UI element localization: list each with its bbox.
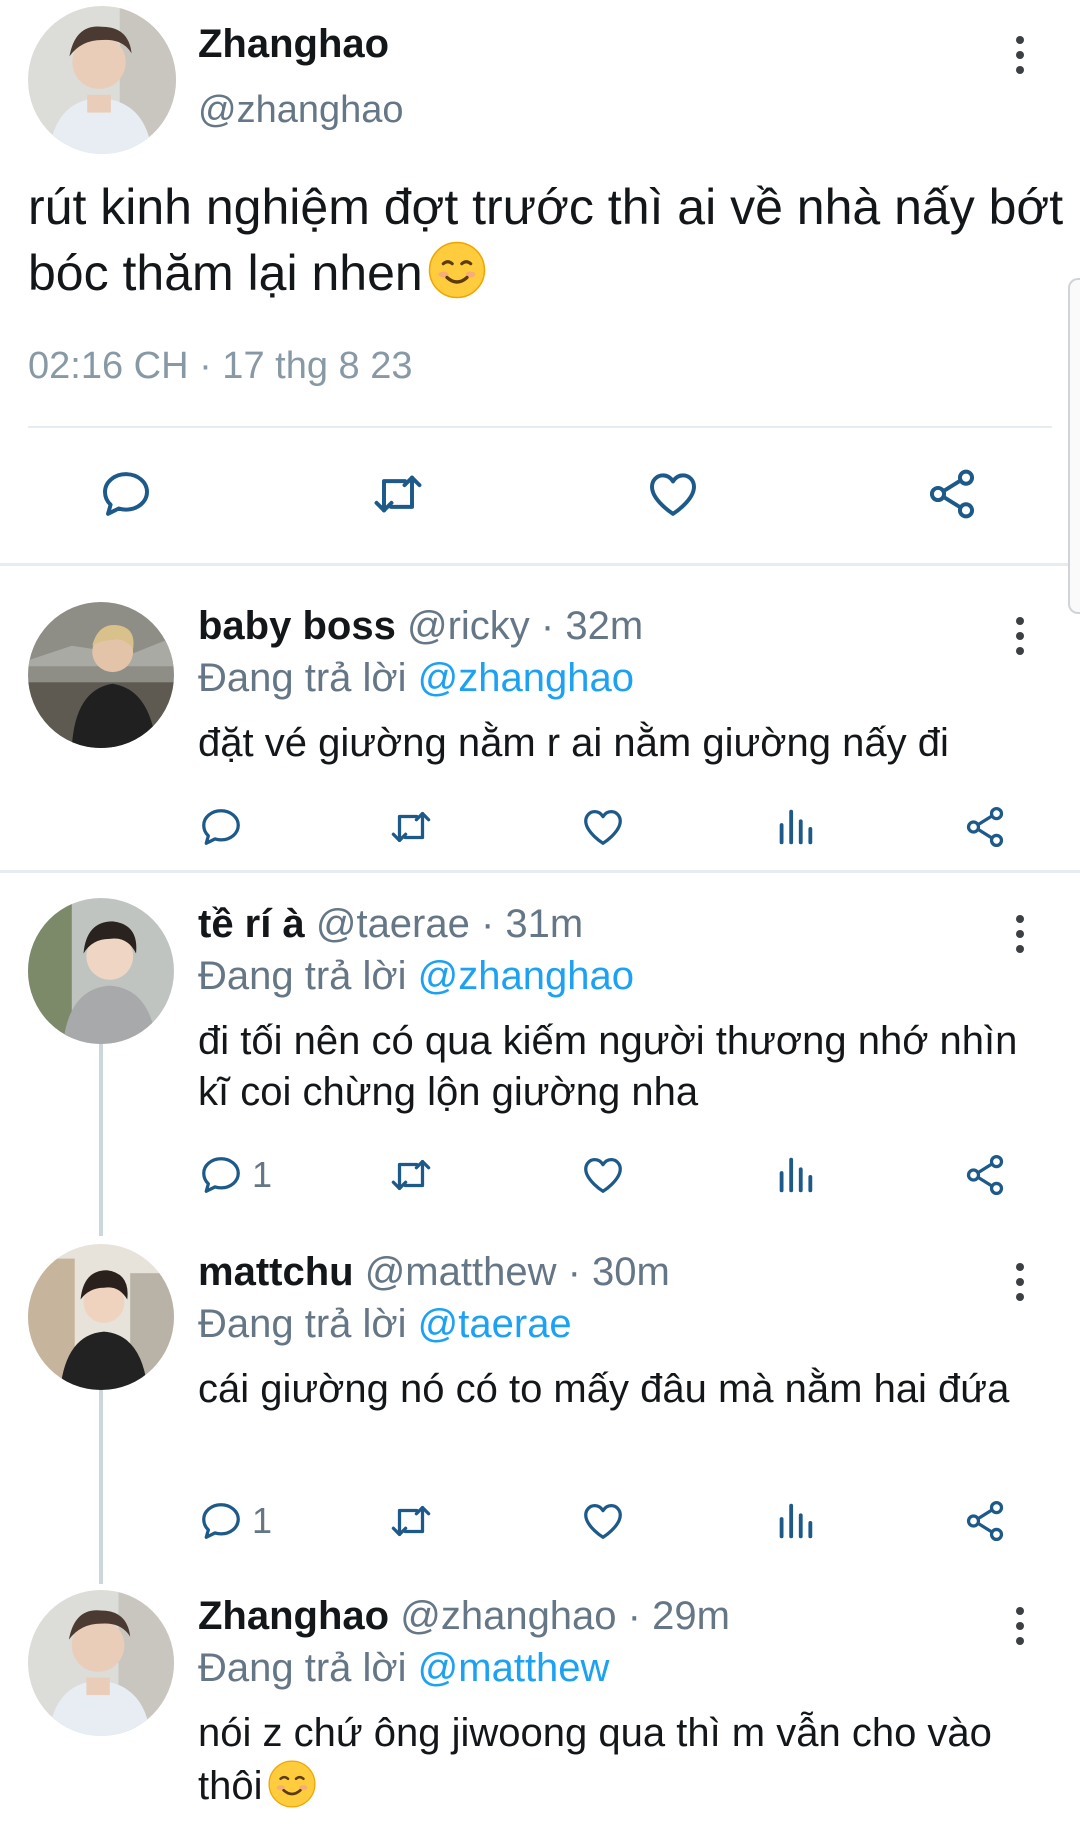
more-dot <box>1016 617 1024 625</box>
scrollbar[interactable] <box>1068 278 1080 614</box>
mention-link[interactable]: @zhanghao <box>418 656 634 700</box>
replying-prefix: Đang trả lời <box>198 656 418 700</box>
author-name[interactable]: tề rí à <box>198 902 305 946</box>
reply-text-content: nói z chứ ông jiwoong qua thì m vẫn cho … <box>198 1711 992 1808</box>
more-dot <box>1016 945 1024 953</box>
more-dot <box>1016 1607 1024 1615</box>
retweet-icon[interactable] <box>388 1152 434 1198</box>
retweet-icon[interactable] <box>388 804 434 850</box>
replying-to: Đang trả lời @matthew <box>198 1646 609 1691</box>
divider <box>28 426 1052 428</box>
avatar[interactable] <box>28 6 176 154</box>
more-dot <box>1016 930 1024 938</box>
more-options-button[interactable] <box>1000 1598 1040 1654</box>
stats-icon[interactable] <box>772 1498 818 1544</box>
more-dot <box>1016 51 1024 59</box>
reply-header: baby boss @ricky · 32m <box>198 604 643 649</box>
more-dot <box>1016 1278 1024 1286</box>
avatar[interactable] <box>28 1590 174 1736</box>
reply-text: cái giường nó có to mấy đâu mà nằm hai đ… <box>198 1367 1010 1411</box>
replying-prefix: Đang trả lời <box>198 1646 418 1690</box>
share-icon[interactable] <box>924 466 980 522</box>
avatar[interactable] <box>28 1244 174 1390</box>
mention-link[interactable]: @taerae <box>418 1302 572 1346</box>
replying-prefix: Đang trả lời <box>198 1302 418 1346</box>
more-options-button[interactable] <box>1000 906 1040 962</box>
more-dot <box>1016 36 1024 44</box>
reply-icon[interactable] <box>198 1498 244 1544</box>
more-dot <box>1016 632 1024 640</box>
author-name[interactable]: Zhanghao <box>198 1594 389 1638</box>
replying-prefix: Đang trả lời <box>198 954 418 998</box>
like-icon[interactable] <box>580 1152 626 1198</box>
stats-icon[interactable] <box>772 1152 818 1198</box>
divider <box>0 563 1080 566</box>
reply-header: Zhanghao @zhanghao · 29m <box>198 1594 730 1639</box>
share-icon[interactable] <box>962 1152 1008 1198</box>
author-name[interactable]: baby boss <box>198 604 396 648</box>
reply-text: nói z chứ ông jiwoong qua thì m vẫn cho … <box>198 1708 1018 1812</box>
more-dot <box>1016 647 1024 655</box>
author-meta: @ricky · 32m <box>406 604 644 648</box>
stats-icon[interactable] <box>772 804 818 850</box>
tweet-text-content: rút kinh nghiệm đợt trước thì ai về nhà … <box>28 179 1064 301</box>
reply-header: tề rí à @taerae · 31m <box>198 902 583 947</box>
author-meta: @matthew · 30m <box>364 1250 670 1294</box>
reply-icon[interactable] <box>198 804 244 850</box>
smiling-face-icon <box>267 1759 317 1809</box>
share-icon[interactable] <box>962 804 1008 850</box>
tweet-text: rút kinh nghiệm đợt trước thì ai về nhà … <box>28 174 1068 306</box>
avatar[interactable] <box>28 602 174 748</box>
reply-tweet[interactable]: Zhanghao @zhanghao · 29m Đang trả lời @m… <box>0 1582 1080 1826</box>
reply-header: mattchu @matthew · 30m <box>198 1250 670 1295</box>
reply-icon[interactable] <box>98 466 154 522</box>
divider <box>0 870 1080 873</box>
reply-tweet[interactable]: mattchu @matthew · 30m Đang trả lời @tae… <box>0 1236 1080 1581</box>
tweet-timestamp: 02:16 CH · 17 thg 8 23 <box>28 345 413 387</box>
like-icon[interactable] <box>580 1498 626 1544</box>
reply-icon[interactable] <box>198 1152 244 1198</box>
avatar[interactable] <box>28 898 174 1044</box>
more-dot <box>1016 1293 1024 1301</box>
like-icon[interactable] <box>645 466 701 522</box>
more-dot <box>1016 915 1024 923</box>
more-dot <box>1016 1263 1024 1271</box>
reply-text: đặt vé giường nằm r ai nằm giường nấy đi <box>198 721 949 765</box>
mention-link[interactable]: @zhanghao <box>418 954 634 998</box>
retweet-icon[interactable] <box>388 1498 434 1544</box>
replying-to: Đang trả lời @taerae <box>198 1302 572 1347</box>
more-options-button[interactable] <box>1000 1254 1040 1310</box>
like-icon[interactable] <box>580 804 626 850</box>
more-dot <box>1016 1622 1024 1630</box>
author-name[interactable]: Zhanghao <box>198 22 389 67</box>
smiling-face-icon <box>427 240 487 300</box>
mention-link[interactable]: @matthew <box>418 1646 610 1690</box>
author-meta: @zhanghao · 29m <box>400 1594 730 1638</box>
more-options-button[interactable] <box>1000 608 1040 664</box>
author-name[interactable]: mattchu <box>198 1250 354 1294</box>
more-dot <box>1016 66 1024 74</box>
reply-count: 1 <box>252 1154 273 1195</box>
retweet-icon[interactable] <box>370 466 426 522</box>
main-tweet: Zhanghao @zhanghao rút kinh nghiệm đợt t… <box>0 0 1080 565</box>
reply-count: 1 <box>252 1500 273 1541</box>
reply-tweet[interactable]: baby boss @ricky · 32m Đang trả lời @zha… <box>0 590 1080 870</box>
author-meta: @taerae · 31m <box>315 902 584 946</box>
replying-to: Đang trả lời @zhanghao <box>198 954 634 999</box>
reply-text: đi tối nên có qua kiếm người thương nhớ … <box>198 1019 1018 1114</box>
more-dot <box>1016 1637 1024 1645</box>
share-icon[interactable] <box>962 1498 1008 1544</box>
more-options-button[interactable] <box>1000 27 1040 83</box>
reply-tweet[interactable]: tề rí à @taerae · 31m Đang trả lời @zhan… <box>0 890 1080 1235</box>
author-handle[interactable]: @zhanghao <box>198 89 404 132</box>
replying-to: Đang trả lời @zhanghao <box>198 656 634 701</box>
